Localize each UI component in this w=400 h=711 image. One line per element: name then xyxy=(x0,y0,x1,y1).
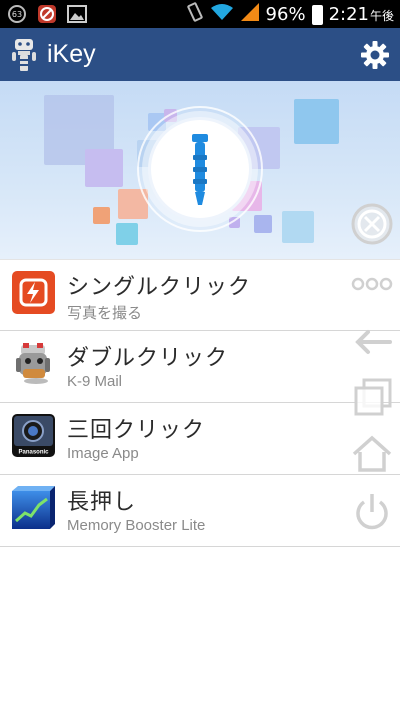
car-tile-icon xyxy=(282,211,314,243)
clock-time: 2:21 xyxy=(328,4,369,25)
recent-apps-icon[interactable] xyxy=(350,376,394,420)
item-title: 長押し xyxy=(67,490,137,515)
hero-banner xyxy=(0,81,400,259)
panasonic-image-app-icon: Panasonic xyxy=(12,414,55,457)
clock-suffix: 午後 xyxy=(369,9,394,23)
flash-camera-app-icon xyxy=(12,271,55,314)
app-bar: iKey xyxy=(0,28,400,81)
status-bar: 63 96% 2:21午後 xyxy=(0,0,400,28)
battery-percent: 96% xyxy=(265,4,306,25)
floating-nav xyxy=(348,200,398,540)
ikey-robot-icon xyxy=(12,38,36,71)
app-title: iKey xyxy=(47,40,96,68)
memory-booster-chart-icon xyxy=(12,486,55,529)
list-item-single-click[interactable]: シングルクリック 写真を撮る xyxy=(0,259,400,331)
item-subtitle: Memory Booster Lite xyxy=(67,517,206,534)
earphone-jack-key-icon xyxy=(192,134,208,205)
item-subtitle: Image App xyxy=(67,445,139,462)
blocked-app-icon xyxy=(36,3,58,25)
more-dots-icon[interactable] xyxy=(350,262,394,306)
video-tile-icon xyxy=(294,99,339,144)
item-subtitle: 写真を撮る xyxy=(67,305,143,322)
home-icon[interactable] xyxy=(350,432,394,476)
gallery-icon xyxy=(66,3,88,25)
item-subtitle: K-9 Mail xyxy=(67,373,123,390)
small-orange-tile xyxy=(93,207,110,224)
signal-icon xyxy=(240,2,260,27)
svg-text:Panasonic: Panasonic xyxy=(18,450,49,456)
home-tile-icon xyxy=(254,215,272,233)
item-title: 三回クリック xyxy=(67,418,206,443)
battery-icon xyxy=(311,4,323,25)
gear-icon[interactable] xyxy=(360,40,390,70)
list-item-triple-click[interactable]: Panasonic 三回クリック Image App xyxy=(0,403,400,475)
notification-badge: 63 xyxy=(8,5,26,23)
item-title: シングルクリック xyxy=(67,275,252,300)
notification-count-icon: 63 xyxy=(6,3,28,25)
vibrate-icon xyxy=(186,2,204,27)
k9-mail-dog-icon xyxy=(16,343,50,384)
item-title: ダブルクリック xyxy=(67,346,229,371)
list-item-double-click[interactable]: ダブルクリック K-9 Mail xyxy=(0,331,400,403)
chat-tile-icon xyxy=(116,223,138,245)
close-circle-icon[interactable] xyxy=(350,202,394,246)
action-list: シングルクリック 写真を撮る ダブルクリック K-9 Mail Panasoni… xyxy=(0,259,400,547)
back-arrow-icon[interactable] xyxy=(350,320,394,364)
list-item-long-press[interactable]: 長押し Memory Booster Lite xyxy=(0,475,400,547)
mic-tile-icon xyxy=(85,149,123,187)
clock: 2:21午後 xyxy=(329,4,394,25)
wifi-icon xyxy=(210,3,234,26)
power-icon[interactable] xyxy=(350,490,394,534)
